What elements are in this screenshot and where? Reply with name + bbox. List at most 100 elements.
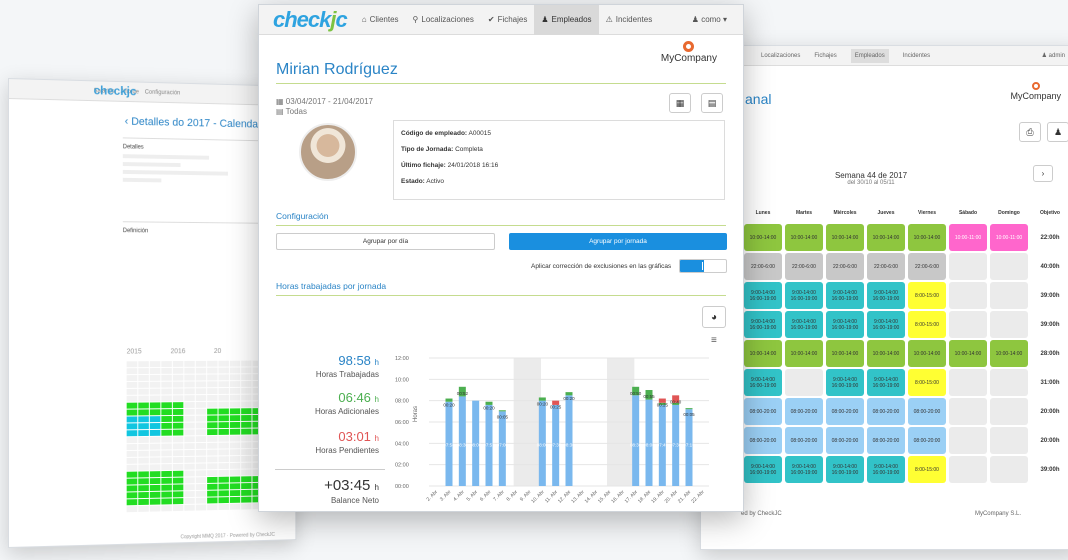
schedule-cell[interactable]: 9:00-14:00 16:00-19:00 — [744, 456, 782, 483]
schedule-cell[interactable]: 10:00-14:00 — [744, 224, 782, 251]
schedule-cell[interactable] — [990, 311, 1028, 338]
next-week-button[interactable]: › — [1033, 165, 1053, 182]
user-menu[interactable]: ♟ como ▾ — [692, 15, 727, 24]
schedule-cell[interactable]: 08:00-20:00 — [867, 427, 905, 454]
schedule-cell[interactable]: 10:00-14:00 — [744, 340, 782, 367]
year-item[interactable]: 2016 — [171, 348, 186, 355]
schedule-cell[interactable]: 9:00-14:00 16:00-19:00 — [785, 282, 823, 309]
schedule-cell[interactable]: 08:00-20:00 — [867, 398, 905, 425]
right-nav-item[interactable]: Fichajes — [814, 53, 836, 59]
group-by-shift-button[interactable]: Agrupar por jornada — [509, 233, 727, 250]
schedule-cell[interactable]: 9:00-14:00 16:00-19:00 — [744, 369, 782, 396]
schedule-cell[interactable]: 08:00-20:00 — [826, 398, 864, 425]
schedule-cell[interactable]: 08:00-20:00 — [908, 427, 946, 454]
schedule-cell[interactable]: 10:00-14:00 — [990, 340, 1028, 367]
schedule-cell[interactable]: 22:00h — [1031, 224, 1068, 251]
schedule-cell[interactable]: 20:00h — [1031, 427, 1068, 454]
year-item[interactable]: 2015 — [127, 348, 142, 355]
schedule-cell[interactable]: 10:00-14:00 — [826, 224, 864, 251]
schedule-cell[interactable]: 10:00-14:00 — [826, 340, 864, 367]
hamburger-menu-icon[interactable]: ≡ — [711, 335, 717, 346]
schedule-cell[interactable]: 10:00-14:00 — [908, 340, 946, 367]
schedule-cell[interactable] — [949, 456, 987, 483]
print-icon[interactable]: ⎙ — [1019, 122, 1041, 142]
schedule-cell[interactable]: 39:00h — [1031, 456, 1068, 483]
schedule-cell[interactable]: 9:00-14:00 16:00-19:00 — [826, 369, 864, 396]
schedule-cell[interactable]: 22:00-6:00 — [744, 253, 782, 280]
nav-incidentes[interactable]: ⚠ Incidentes — [599, 5, 660, 35]
right-nav-item[interactable]: Empleados — [850, 48, 889, 63]
year-item[interactable]: 20 — [214, 348, 221, 355]
schedule-cell[interactable]: 08:00-20:00 — [744, 398, 782, 425]
schedule-cell[interactable]: 9:00-14:00 16:00-19:00 — [785, 456, 823, 483]
schedule-cell[interactable]: 8:00-15:00 — [908, 311, 946, 338]
schedule-cell[interactable]: 20:00h — [1031, 398, 1068, 425]
schedule-cell[interactable]: 10:00-14:00 — [867, 340, 905, 367]
schedule-cell[interactable]: 08:00-20:00 — [908, 398, 946, 425]
schedule-cell[interactable]: 9:00-14:00 16:00-19:00 — [826, 311, 864, 338]
schedule-cell[interactable]: 9:00-14:00 16:00-19:00 — [867, 282, 905, 309]
schedule-cell[interactable]: 10:00-14:00 — [867, 224, 905, 251]
schedule-cell[interactable]: 39:00h — [1031, 311, 1068, 338]
left-nav-item[interactable]: Configuración — [145, 89, 181, 96]
schedule-cell[interactable]: 22:00-6:00 — [785, 253, 823, 280]
right-nav-item[interactable]: Localizaciones — [761, 53, 800, 59]
schedule-cell[interactable] — [990, 369, 1028, 396]
schedule-cell[interactable]: 22:00-6:00 — [826, 253, 864, 280]
right-user-menu[interactable]: ♟ admin — [1042, 52, 1065, 59]
schedule-cell[interactable] — [949, 398, 987, 425]
schedule-cell[interactable]: 10:00-11:00 — [949, 224, 987, 251]
schedule-cell[interactable]: 08:00-20:00 — [785, 427, 823, 454]
schedule-cell[interactable]: 28:00h — [1031, 340, 1068, 367]
correction-toggle[interactable] — [679, 259, 727, 273]
schedule-cell[interactable] — [785, 369, 823, 396]
schedule-cell[interactable]: 10:00-14:00 — [785, 340, 823, 367]
schedule-cell[interactable] — [990, 253, 1028, 280]
schedule-cell[interactable]: 10:00-11:00 — [990, 224, 1028, 251]
schedule-cell[interactable]: 9:00-14:00 16:00-19:00 — [867, 369, 905, 396]
group-by-day-button[interactable]: Agrupar por día — [276, 233, 495, 250]
schedule-cell[interactable] — [990, 398, 1028, 425]
schedule-cell[interactable] — [949, 253, 987, 280]
nav-localizaciones[interactable]: ⚲ Localizaciones — [406, 5, 481, 35]
schedule-cell[interactable]: 9:00-14:00 16:00-19:00 — [826, 282, 864, 309]
schedule-cell[interactable]: 10:00-14:00 — [908, 224, 946, 251]
schedule-cell[interactable]: 40:00h — [1031, 253, 1068, 280]
schedule-cell[interactable]: 10:00-14:00 — [949, 340, 987, 367]
brand-logo[interactable]: checkjc — [259, 7, 355, 33]
date-range[interactable]: ▦ 03/04/2017 - 21/04/2017 ▤ Todas — [276, 97, 373, 117]
nav-clientes[interactable]: ⌂ Clientes — [355, 5, 406, 35]
schedule-cell[interactable]: 9:00-14:00 16:00-19:00 — [826, 456, 864, 483]
schedule-cell[interactable]: 9:00-14:00 16:00-19:00 — [867, 456, 905, 483]
schedule-cell[interactable]: 08:00-20:00 — [826, 427, 864, 454]
schedule-cell[interactable]: 39:00h — [1031, 282, 1068, 309]
schedule-cell[interactable]: 08:00-20:00 — [785, 398, 823, 425]
calendar-button[interactable]: ▦ — [669, 93, 691, 113]
calendar-day — [126, 499, 138, 506]
schedule-cell[interactable] — [990, 282, 1028, 309]
nav-fichajes[interactable]: ✔ Fichajes — [481, 5, 535, 35]
schedule-cell[interactable]: 22:00-6:00 — [867, 253, 905, 280]
schedule-cell[interactable] — [949, 369, 987, 396]
schedule-cell[interactable] — [990, 427, 1028, 454]
schedule-cell[interactable]: 10:00-14:00 — [785, 224, 823, 251]
schedule-cell[interactable] — [949, 282, 987, 309]
schedule-cell[interactable] — [949, 427, 987, 454]
schedule-cell[interactable]: 9:00-14:00 16:00-19:00 — [785, 311, 823, 338]
document-button[interactable]: ▤ — [701, 93, 723, 113]
user-icon[interactable]: ♟ — [1047, 122, 1068, 142]
schedule-cell[interactable]: 8:00-15:00 — [908, 282, 946, 309]
right-nav-item[interactable]: Incidentes — [903, 53, 930, 59]
pie-chart-button[interactable]: ◕ — [702, 306, 726, 328]
schedule-cell[interactable]: 8:00-15:00 — [908, 369, 946, 396]
schedule-cell[interactable] — [990, 456, 1028, 483]
schedule-cell[interactable]: 9:00-14:00 16:00-19:00 — [744, 282, 782, 309]
schedule-cell[interactable] — [949, 311, 987, 338]
schedule-cell[interactable]: 9:00-14:00 16:00-19:00 — [744, 311, 782, 338]
schedule-cell[interactable]: 08:00-20:00 — [744, 427, 782, 454]
schedule-cell[interactable]: 8:00-15:00 — [908, 456, 946, 483]
schedule-cell[interactable]: 31:00h — [1031, 369, 1068, 396]
schedule-cell[interactable]: 9:00-14:00 16:00-19:00 — [867, 311, 905, 338]
nav-empleados[interactable]: ♟ Empleados — [534, 5, 599, 35]
schedule-cell[interactable]: 22:00-6:00 — [908, 253, 946, 280]
